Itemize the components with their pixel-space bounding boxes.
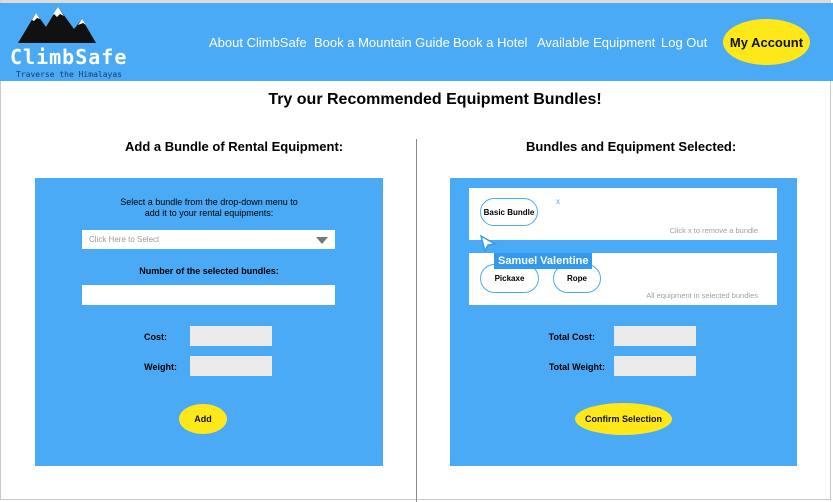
bundles-hint: Click x to remove a bundle	[669, 226, 758, 235]
selected-bundles-box: Basic Bundle x Click x to remove a bundl…	[469, 188, 777, 240]
dropdown-placeholder: Click Here to Select	[89, 235, 160, 244]
nav-book-hotel[interactable]: Book a Hotel	[453, 35, 527, 50]
number-of-bundles-label: Number of the selected bundles:	[139, 266, 279, 276]
remove-bundle-button[interactable]: x	[556, 197, 560, 206]
page-title: Try our Recommended Equipment Bundles!	[268, 91, 602, 108]
left-section-title: Add a Bundle of Rental Equipment:	[125, 139, 344, 154]
mountain-logo-icon	[18, 7, 96, 43]
selected-bundles-panel: Basic Bundle x Click x to remove a bundl…	[450, 178, 797, 466]
nav-about[interactable]: About ClimbSafe	[209, 35, 307, 50]
dropdown-arrow-icon	[316, 237, 328, 244]
bundle-chip[interactable]: Basic Bundle	[480, 198, 538, 226]
logo-tagline: Traverse the Himalayas	[16, 70, 122, 79]
cost-field[interactable]	[190, 326, 272, 346]
mouse-cursor-icon	[480, 235, 497, 253]
add-button[interactable]: Add	[179, 404, 227, 434]
bundle-dropdown[interactable]: Click Here to Select	[82, 230, 335, 249]
weight-label: Weight:	[144, 362, 177, 372]
weight-field[interactable]	[190, 356, 272, 376]
cost-label: Cost:	[144, 332, 167, 342]
confirm-selection-button[interactable]: Confirm Selection	[575, 403, 672, 435]
number-of-bundles-input[interactable]	[82, 285, 335, 305]
header-bar: ClimbSafe Traverse the Himalayas About C…	[0, 3, 833, 81]
my-account-button[interactable]: My Account	[723, 19, 810, 65]
total-weight-label: Total Weight:	[548, 362, 605, 372]
instruction-line-2: add it to your rental equipments:	[144, 208, 274, 218]
total-cost-label: Total Cost:	[548, 332, 595, 342]
equipment-hint: All equipment in selected bundles	[646, 291, 758, 300]
total-weight-field[interactable]	[614, 356, 696, 376]
right-section-title: Bundles and Equipment Selected:	[526, 139, 737, 154]
nav-log-out[interactable]: Log Out	[661, 35, 707, 50]
add-bundle-panel: Select a bundle from the drop-down menu …	[35, 178, 383, 466]
nav-available-equipment[interactable]: Available Equipment	[537, 35, 655, 50]
total-cost-field[interactable]	[614, 326, 696, 346]
vertical-divider	[416, 139, 417, 502]
instruction-line-1: Select a bundle from the drop-down menu …	[120, 197, 298, 207]
logo-name: ClimbSafe	[10, 45, 128, 69]
logo[interactable]: ClimbSafe Traverse the Himalayas	[0, 3, 130, 81]
nav-book-guide[interactable]: Book a Mountain Guide	[314, 35, 450, 50]
collaborator-name-tag: Samuel Valentine	[494, 253, 593, 269]
bundle-instruction: Select a bundle from the drop-down menu …	[35, 197, 383, 219]
